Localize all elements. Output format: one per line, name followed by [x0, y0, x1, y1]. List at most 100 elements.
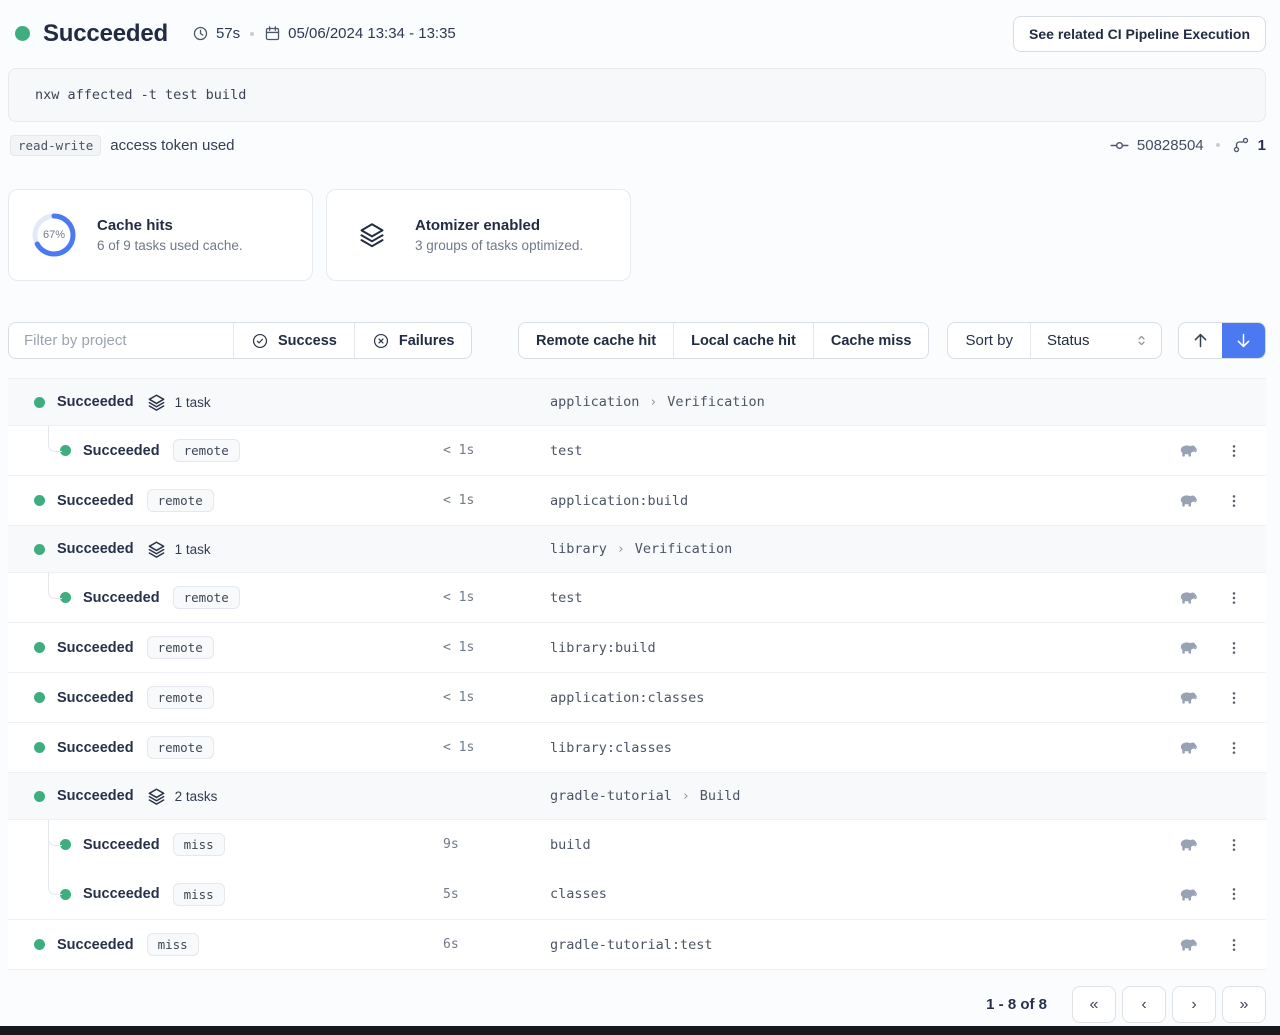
task-row[interactable]: Succeededremote< 1sapplication:build — [8, 475, 1266, 525]
kebab-menu-icon[interactable] — [1226, 492, 1242, 510]
cache-status-badge: remote — [173, 439, 240, 462]
row-status-label: Succeeded — [83, 837, 160, 853]
task-group-row[interactable]: Succeeded1 taskapplication›Verification — [8, 378, 1266, 425]
row-actions — [1178, 739, 1242, 757]
task-duration: < 1s — [443, 443, 474, 458]
kebab-menu-icon[interactable] — [1226, 836, 1242, 854]
run-status-title: Succeeded — [43, 20, 168, 48]
bottom-edge-bar — [0, 1026, 1280, 1035]
task-duration: < 1s — [443, 640, 474, 655]
pagination: 1 - 8 of 8 « ‹ › » — [8, 986, 1266, 1023]
gradle-elephant-icon[interactable] — [1178, 937, 1199, 952]
gradle-elephant-icon[interactable] — [1178, 837, 1199, 852]
commit-icon — [1110, 136, 1129, 155]
chevron-right-icon: › — [1191, 996, 1196, 1014]
select-chevrons-icon — [1134, 333, 1149, 348]
task-duration: < 1s — [443, 690, 474, 705]
commit-sha[interactable]: 50828504 — [1137, 137, 1204, 154]
sort-status-value: Status — [1047, 332, 1090, 349]
cache-status-badge: remote — [147, 636, 214, 659]
task-row[interactable]: Succeededremote< 1slibrary:build — [8, 622, 1266, 672]
kebab-menu-icon[interactable] — [1226, 639, 1242, 657]
kebab-menu-icon[interactable] — [1226, 589, 1242, 607]
task-duration: 6s — [443, 937, 459, 952]
task-group-path: gradle-tutorial›Build — [550, 788, 740, 804]
filter-by-project-input[interactable] — [9, 323, 233, 358]
remote-cache-hit-button[interactable]: Remote cache hit — [519, 323, 673, 358]
tree-connector-elbow — [48, 869, 62, 895]
task-row[interactable]: Succeededremote< 1stest — [8, 572, 1266, 622]
sort-ascending-button[interactable] — [1179, 323, 1222, 358]
task-duration: 5s — [443, 887, 459, 902]
run-date-value: 05/06/2024 13:34 - 13:35 — [288, 25, 456, 42]
gradle-elephant-icon[interactable] — [1178, 493, 1199, 508]
row-actions — [1178, 442, 1242, 460]
status-dot — [34, 495, 45, 506]
row-status-label: Succeeded — [57, 788, 134, 804]
access-token-badge: read-write — [10, 135, 101, 156]
tasks-count: 1 task — [175, 542, 211, 557]
sort-status-select[interactable]: Status — [1030, 323, 1161, 358]
path-project: gradle-tutorial — [550, 788, 672, 804]
task-name: application:classes — [550, 690, 704, 706]
status-dot — [34, 742, 45, 753]
success-filter-button[interactable]: Success — [233, 323, 354, 358]
task-row[interactable]: Succeededmiss9sbuild — [8, 819, 1266, 869]
arrow-down-icon — [1234, 331, 1253, 350]
task-duration: < 1s — [443, 493, 474, 508]
cache-filter-group: Remote cache hit Local cache hit Cache m… — [518, 322, 929, 359]
task-row[interactable]: Succeededremote< 1stest — [8, 425, 1266, 475]
status-dot — [34, 642, 45, 653]
kebab-menu-icon[interactable] — [1226, 936, 1242, 954]
last-page-button[interactable]: » — [1222, 986, 1266, 1023]
local-cache-hit-button[interactable]: Local cache hit — [673, 323, 813, 358]
path-group: Verification — [667, 394, 765, 410]
tasks-count: 2 tasks — [175, 789, 218, 804]
gradle-elephant-icon[interactable] — [1178, 640, 1199, 655]
row-actions — [1178, 885, 1242, 903]
chevron-right-icon: › — [649, 395, 657, 410]
task-row[interactable]: Succeededremote< 1sapplication:classes — [8, 672, 1266, 722]
cache-miss-button[interactable]: Cache miss — [813, 323, 929, 358]
chevron-left-icon: ‹ — [1141, 996, 1146, 1014]
double-chevron-right-icon: » — [1240, 996, 1249, 1014]
atomizer-title: Atomizer enabled — [415, 217, 583, 234]
next-page-button[interactable]: › — [1172, 986, 1216, 1023]
row-status-label: Succeeded — [57, 493, 134, 509]
gradle-elephant-icon[interactable] — [1178, 690, 1199, 705]
prev-page-button[interactable]: ‹ — [1122, 986, 1166, 1023]
tree-connector-elbow — [48, 426, 62, 452]
task-row[interactable]: Succeededremote< 1slibrary:classes — [8, 722, 1266, 772]
task-duration: < 1s — [443, 590, 474, 605]
command-box: nxw affected -t test build — [8, 68, 1266, 122]
cache-status-badge: miss — [147, 933, 199, 956]
kebab-menu-icon[interactable] — [1226, 885, 1242, 903]
cache-status-badge: remote — [173, 586, 240, 609]
first-page-button[interactable]: « — [1072, 986, 1116, 1023]
chevron-right-icon: › — [617, 542, 625, 557]
row-actions — [1178, 689, 1242, 707]
task-row[interactable]: Succeededmiss6sgradle-tutorial:test — [8, 919, 1266, 969]
kebab-menu-icon[interactable] — [1226, 442, 1242, 460]
stack-icon — [147, 787, 166, 806]
gradle-elephant-icon[interactable] — [1178, 443, 1199, 458]
sort-descending-button[interactable] — [1222, 323, 1265, 358]
cache-hits-donut: 67% — [31, 212, 77, 258]
check-circle-icon — [251, 332, 269, 350]
atomizer-card: Atomizer enabled 3 groups of tasks optim… — [326, 189, 631, 281]
task-group-row[interactable]: Succeeded 2 tasks gradle-tutorial›Build — [8, 772, 1266, 819]
gradle-elephant-icon[interactable] — [1178, 590, 1199, 605]
project-filter-group: Success Failures — [8, 322, 472, 359]
task-row[interactable]: Succeededmiss5sclasses — [8, 869, 1266, 919]
failures-filter-button[interactable]: Failures — [354, 323, 472, 358]
kebab-menu-icon[interactable] — [1226, 739, 1242, 757]
task-name: test — [550, 590, 583, 606]
see-related-ci-pipeline-button[interactable]: See related CI Pipeline Execution — [1013, 16, 1266, 52]
kebab-menu-icon[interactable] — [1226, 689, 1242, 707]
branch-count[interactable]: 1 — [1258, 137, 1266, 154]
gradle-elephant-icon[interactable] — [1178, 887, 1199, 902]
run-date: 05/06/2024 13:34 - 13:35 — [264, 25, 456, 42]
gradle-elephant-icon[interactable] — [1178, 740, 1199, 755]
task-group-row[interactable]: Succeeded1 tasklibrary›Verification — [8, 525, 1266, 572]
run-duration: 57s — [192, 25, 240, 42]
